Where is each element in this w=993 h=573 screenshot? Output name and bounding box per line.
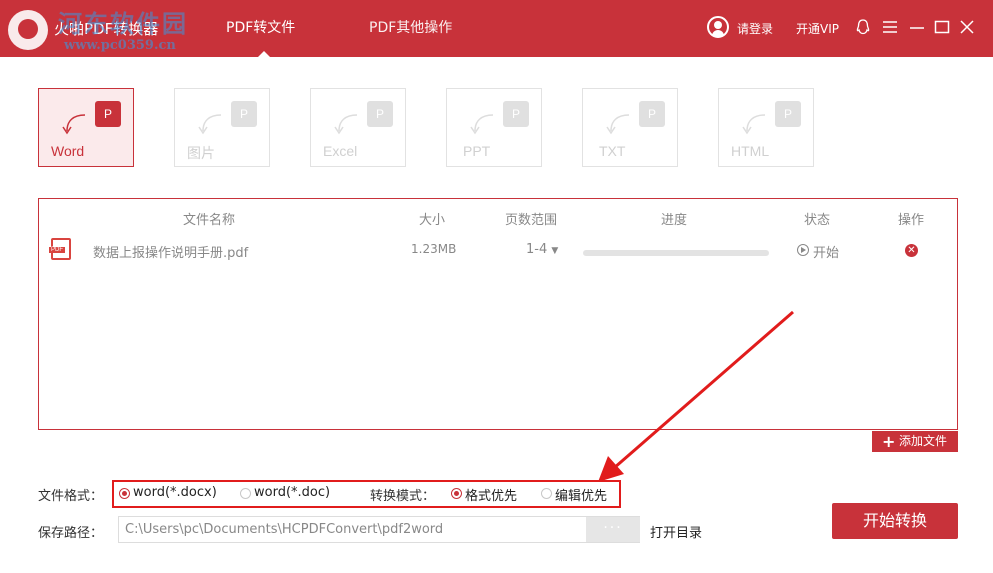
browse-button[interactable]: ··· <box>586 517 640 542</box>
column-header-size: 大小 <box>419 213 446 228</box>
radio-format-priority[interactable] <box>451 488 462 499</box>
maximize-icon[interactable] <box>933 18 951 36</box>
menu-icon[interactable] <box>881 18 899 36</box>
pdf-badge-icon: P <box>231 101 257 127</box>
progress-bar <box>583 250 769 256</box>
close-icon[interactable] <box>958 18 976 36</box>
format-label: PPT <box>463 143 491 159</box>
format-txt-button[interactable]: P TXT <box>582 88 678 167</box>
pdf-badge-icon: P <box>639 101 665 127</box>
file-format-label: 文件格式： <box>38 489 104 504</box>
radio-docx[interactable] <box>119 488 130 499</box>
format-excel-button[interactable]: P Excel <box>310 88 406 167</box>
column-header-action: 操作 <box>898 213 925 228</box>
format-ppt-button[interactable]: P PPT <box>446 88 542 167</box>
format-label: Excel <box>323 143 358 159</box>
start-status-button[interactable]: 开始 <box>813 242 839 261</box>
file-size: 1.23MB <box>411 242 457 256</box>
tab-pdf-other-ops[interactable]: PDF其他操作 <box>369 17 452 37</box>
app-window: 火啪PDF转换器 河东软件园 www.pc0359.cn PDF转文件 PDF其… <box>0 0 993 573</box>
user-avatar-icon[interactable] <box>707 16 729 38</box>
format-html-button[interactable]: P HTML <box>718 88 814 167</box>
convert-arrow-icon <box>334 114 358 135</box>
tab-pdf-to-file[interactable]: PDF转文件 <box>226 17 295 37</box>
convert-arrow-icon <box>62 114 86 135</box>
save-path-value: C:\Users\pc\Documents\HCPDFConvert\pdf2w… <box>125 522 444 537</box>
convert-arrow-icon <box>470 114 494 135</box>
app-logo-icon <box>8 10 48 50</box>
radio-doc[interactable] <box>240 488 251 499</box>
pdf-file-icon: PDF <box>49 238 71 260</box>
open-directory-link[interactable]: 打开目录 <box>650 522 702 541</box>
watermark-text: 河东软件园 <box>58 9 188 38</box>
convert-arrow-icon <box>742 114 766 135</box>
format-label: HTML <box>731 143 770 159</box>
page-range-value: 1-4 <box>526 242 548 257</box>
pdf-badge-icon: P <box>367 101 393 127</box>
page-range-select[interactable]: 1-4 ▼ <box>526 242 558 257</box>
column-header-pages: 页数范围 <box>505 213 558 228</box>
add-file-button[interactable]: + 添加文件 <box>872 431 958 452</box>
radio-edit-priority[interactable] <box>541 488 552 499</box>
pdf-badge-icon: P <box>775 101 801 127</box>
plus-icon: + <box>882 432 896 451</box>
convert-arrow-icon <box>606 114 630 135</box>
start-convert-button[interactable]: 开始转换 <box>832 503 958 539</box>
convert-mode-label: 转换模式： <box>370 489 436 504</box>
minimize-icon[interactable] <box>908 18 926 36</box>
title-bar: 火啪PDF转换器 河东软件园 www.pc0359.cn PDF转文件 PDF其… <box>0 0 993 57</box>
format-label: Word <box>51 143 85 159</box>
radio-edit-priority-label[interactable]: 编辑优先 <box>555 485 607 504</box>
add-file-label: 添加文件 <box>899 434 948 448</box>
table-row[interactable]: PDF 数据上报操作说明手册.pdf 1.23MB 1-4 ▼ 开始 ✕ <box>39 235 957 265</box>
play-icon[interactable] <box>797 244 809 256</box>
pdf-badge-icon: P <box>95 101 121 127</box>
radio-format-priority-label[interactable]: 格式优先 <box>465 485 517 504</box>
vip-link[interactable]: 开通VIP <box>796 20 839 37</box>
save-path-label: 保存路径： <box>38 526 104 541</box>
format-label: 图片 <box>187 145 215 161</box>
pdf-icon-label: PDF <box>49 247 65 253</box>
chevron-down-icon: ▼ <box>551 246 559 256</box>
pdf-badge-icon: P <box>503 101 529 127</box>
column-header-progress: 进度 <box>661 213 688 228</box>
format-word-button[interactable]: P Word <box>38 88 134 167</box>
column-header-name: 文件名称 <box>183 213 236 228</box>
column-header-status: 状态 <box>804 213 831 228</box>
file-name: 数据上报操作说明手册.pdf <box>93 246 249 261</box>
file-table: 文件名称 大小 页数范围 进度 状态 操作 PDF 数据上报操作说明手册.pdf… <box>38 198 958 430</box>
radio-docx-label[interactable]: word(*.docx) <box>133 485 217 500</box>
convert-arrow-icon <box>198 114 222 135</box>
login-link[interactable]: 请登录 <box>737 20 773 37</box>
format-label: TXT <box>599 143 626 159</box>
radio-doc-label[interactable]: word(*.doc) <box>254 485 330 500</box>
qq-service-icon[interactable] <box>854 18 872 36</box>
format-image-button[interactable]: P 图片 <box>174 88 270 167</box>
active-tab-indicator <box>258 51 270 57</box>
save-path-input[interactable]: C:\Users\pc\Documents\HCPDFConvert\pdf2w… <box>118 516 640 543</box>
watermark-url: www.pc0359.cn <box>64 38 176 53</box>
delete-icon[interactable]: ✕ <box>905 244 918 257</box>
